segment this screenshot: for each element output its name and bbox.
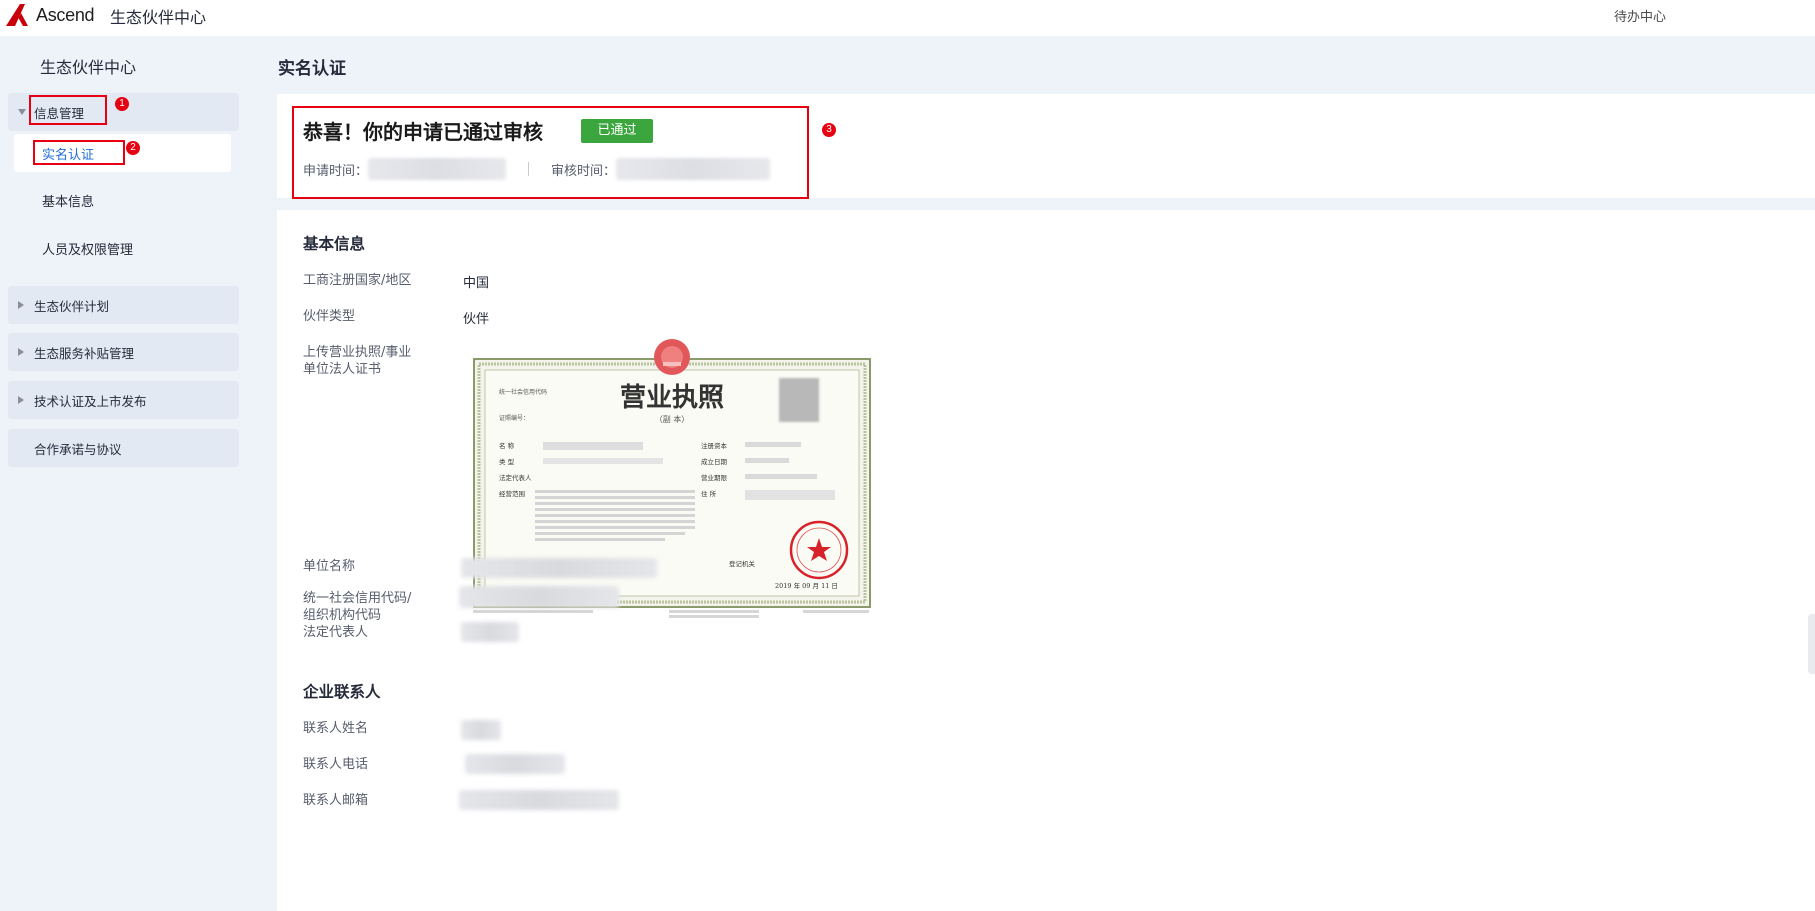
ascend-logo-icon xyxy=(6,4,28,26)
chevron-right-icon xyxy=(18,396,24,404)
sidebar-group-service-subsidy[interactable]: 生态服务补贴管理 xyxy=(8,333,239,371)
contact-phone-label: 联系人电话 xyxy=(303,757,369,772)
annotation-marker-1: 1 xyxy=(115,97,129,111)
top-bar: Ascend 生态伙伴中心 待办中心 xyxy=(0,0,1815,36)
sidebar-item-label: 人员及权限管理 xyxy=(42,242,134,258)
license-capital-label: 注册资本 xyxy=(701,441,728,450)
license-authority-label: 登记机关 xyxy=(729,559,756,568)
contact-email-value-redacted xyxy=(459,790,619,810)
sidebar-title: 生态伙伴中心 xyxy=(40,58,137,77)
partner-type-value: 伙伴 xyxy=(463,312,490,327)
license-name-label: 名 称 xyxy=(499,441,515,450)
sidebar-item-label: 合作承诺与协议 xyxy=(34,441,122,457)
legal-rep-value-redacted xyxy=(461,622,519,642)
license-scope-text-lines xyxy=(535,490,695,541)
license-date-redacted xyxy=(745,458,789,463)
credit-code-label-line2: 组织机构代码 xyxy=(303,608,382,623)
license-term-redacted xyxy=(745,474,817,479)
contact-phone-value-redacted xyxy=(465,754,565,774)
license-cert-no-label: 证照编号： xyxy=(499,414,529,422)
logo-text: Ascend xyxy=(36,4,95,25)
country-value: 中国 xyxy=(463,276,490,291)
license-term-label: 营业期限 xyxy=(701,473,728,482)
credit-code-label: 统一社会信用代码/ 组织机构代码 xyxy=(303,590,411,624)
partner-type-label: 伙伴类型 xyxy=(303,309,356,324)
annotation-box-3 xyxy=(292,106,809,199)
annotation-box-2 xyxy=(33,140,125,165)
unit-name-label: 单位名称 xyxy=(303,559,356,574)
chevron-right-icon xyxy=(18,301,24,309)
page-title: 实名认证 xyxy=(278,59,346,79)
annotation-box-1 xyxy=(29,95,107,125)
unit-name-value-redacted xyxy=(461,558,657,578)
scroll-handle[interactable] xyxy=(1808,614,1815,674)
license-name-redacted xyxy=(543,442,643,450)
license-issue-date: 2019 年 09 月 11 日 xyxy=(775,581,838,590)
qr-code-redacted xyxy=(779,378,819,422)
chevron-right-icon xyxy=(18,348,24,356)
license-title: 营业执照 xyxy=(620,383,724,413)
license-scope-label: 经营范围 xyxy=(499,489,525,498)
license-date-label: 成立日期 xyxy=(701,457,728,466)
contact-title: 企业联系人 xyxy=(303,683,381,701)
license-capital-redacted xyxy=(745,442,801,447)
site-title[interactable]: 生态伙伴中心 xyxy=(110,4,206,28)
license-address-label: 住 所 xyxy=(701,489,717,498)
license-legal-label: 法定代表人 xyxy=(499,473,532,482)
sidebar-group-label: 生态服务补贴管理 xyxy=(34,345,135,361)
upload-license-label: 上传营业执照/事业 单位法人证书 xyxy=(303,344,411,378)
sidebar-group-partner-plan[interactable]: 生态伙伴计划 xyxy=(8,286,239,324)
credit-code-value-redacted xyxy=(459,586,619,608)
sidebar-group-label: 生态伙伴计划 xyxy=(34,298,110,314)
upload-license-label-line2: 单位法人证书 xyxy=(303,362,382,377)
sidebar-item-label: 基本信息 xyxy=(42,194,95,210)
license-credit-code-label: 统一社会信用代码 xyxy=(499,388,547,396)
country-label: 工商注册国家/地区 xyxy=(303,273,412,288)
contact-name-label: 联系人姓名 xyxy=(303,721,369,736)
legal-rep-label: 法定代表人 xyxy=(303,625,369,640)
license-type-redacted xyxy=(543,458,663,464)
ascend-logo[interactable]: Ascend xyxy=(6,4,95,26)
todo-center-link[interactable]: 待办中心 xyxy=(1614,6,1666,25)
license-type-label: 类 型 xyxy=(499,457,515,466)
credit-code-label-line1: 统一社会信用代码/ xyxy=(303,591,412,606)
upload-license-label-line1: 上传营业执照/事业 xyxy=(303,345,412,360)
contact-email-label: 联系人邮箱 xyxy=(303,793,369,808)
sidebar-group-tech-certification[interactable]: 技术认证及上市发布 xyxy=(8,381,239,419)
sidebar-item-personnel-permissions[interactable]: 人员及权限管理 xyxy=(14,229,231,267)
annotation-marker-2: 2 xyxy=(126,141,140,155)
sidebar-item-cooperation-agreement[interactable]: 合作承诺与协议 xyxy=(8,429,239,467)
license-address-redacted xyxy=(745,490,835,500)
annotation-marker-3: 3 xyxy=(822,123,836,137)
license-subtitle: （副 本） xyxy=(655,414,690,424)
contact-name-value-redacted xyxy=(461,720,501,740)
national-emblem-icon xyxy=(654,339,690,375)
sidebar-item-basic-info[interactable]: 基本信息 xyxy=(14,181,231,219)
chevron-down-icon xyxy=(18,109,26,115)
sidebar-group-label: 技术认证及上市发布 xyxy=(34,393,147,409)
basic-info-title: 基本信息 xyxy=(303,235,366,253)
info-card: 基本信息 工商注册国家/地区 中国 伙伴类型 伙伴 上传营业执照/事业 单位法人… xyxy=(277,210,1815,911)
